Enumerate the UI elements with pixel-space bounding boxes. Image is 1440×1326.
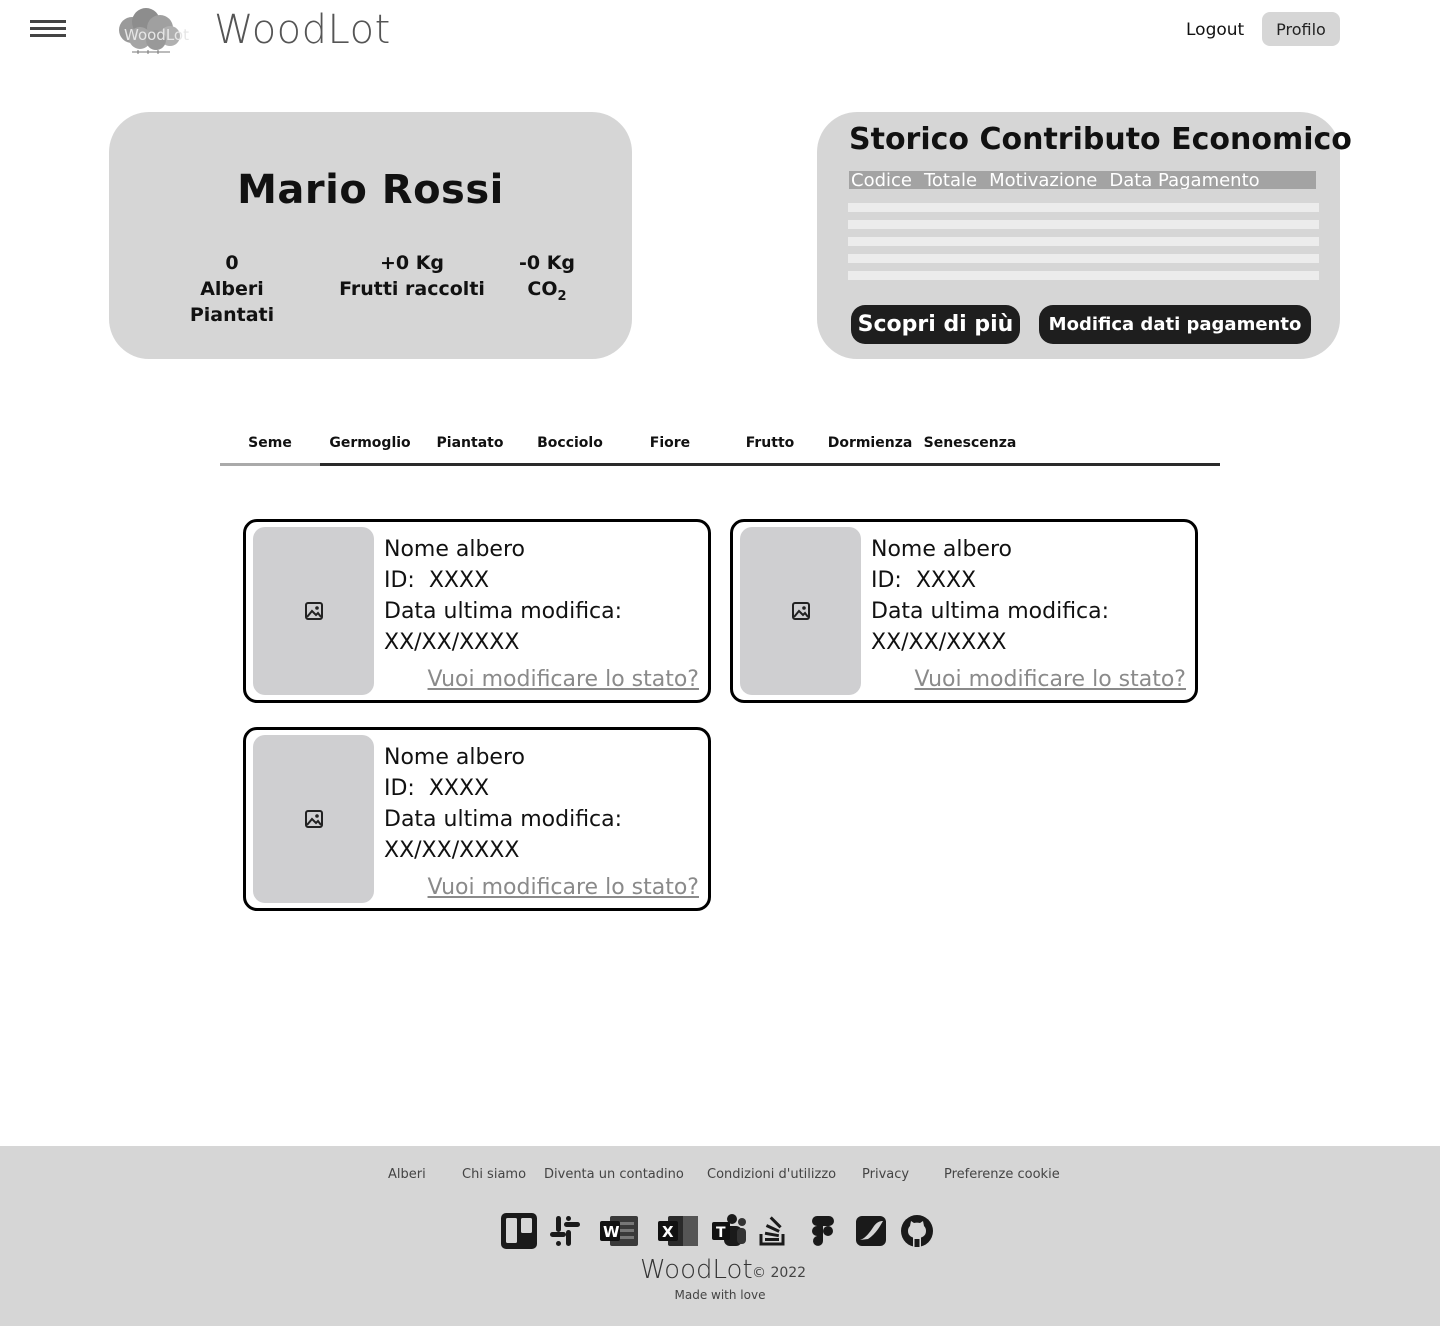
tab-bocciolo[interactable]: Bocciolo: [520, 435, 620, 451]
teams-icon[interactable]: T: [710, 1212, 748, 1250]
column-header: Data Pagamento: [1109, 171, 1260, 189]
tab-senescenza[interactable]: Senescenza: [920, 435, 1020, 451]
tree-name: Nome albero: [871, 537, 1012, 562]
footer-link-chi-siamo[interactable]: Chi siamo: [462, 1167, 526, 1182]
active-tab-indicator: [220, 463, 320, 466]
footer-link-condizioni[interactable]: Condizioni d'utilizzo: [707, 1167, 836, 1182]
profile-button[interactable]: Profilo: [1262, 12, 1340, 46]
tree-image-placeholder: [253, 735, 374, 903]
image-icon: [791, 602, 810, 620]
svg-text:X: X: [662, 1223, 674, 1241]
stat-label: Frutti raccolti: [339, 278, 485, 300]
footer-copyright: © 2022: [752, 1265, 807, 1281]
payment-row: [848, 203, 1319, 212]
stackoverflow-icon[interactable]: [754, 1212, 792, 1250]
footer-link-privacy[interactable]: Privacy: [862, 1167, 909, 1182]
tab-germoglio[interactable]: Germoglio: [320, 435, 420, 451]
logout-button[interactable]: Logout: [1186, 20, 1244, 40]
payment-history-header: Codice Totale Motivazione Data Pagamento: [849, 171, 1316, 189]
footer-link-alberi[interactable]: Alberi: [388, 1167, 426, 1182]
tab-piantato[interactable]: Piantato: [420, 435, 520, 451]
svg-text:WoodLot: WoodLot: [124, 26, 189, 44]
payment-history-card: Storico Contributo Economico Codice Tota…: [817, 112, 1352, 359]
svg-text:T: T: [716, 1225, 726, 1241]
stat-value: 0: [225, 252, 239, 274]
tree-id: ID: XXXX: [871, 568, 977, 593]
growth-stage-tabs: Seme Germoglio Piantato Bocciolo Fiore F…: [220, 425, 1220, 467]
change-status-link[interactable]: Vuoi modificare lo stato?: [428, 875, 699, 900]
tree-image-placeholder: [740, 527, 861, 695]
figma-icon[interactable]: [804, 1212, 842, 1250]
profile-card: Mario Rossi 0 Alberi Piantati +0 Kg Frut…: [109, 112, 632, 359]
svg-text:W: W: [603, 1223, 620, 1241]
payment-row: [848, 254, 1319, 263]
tab-seme[interactable]: Seme: [220, 435, 320, 451]
tree-id: ID: XXXX: [384, 568, 490, 593]
edit-payment-button[interactable]: Modifica dati pagamento: [1039, 305, 1311, 344]
slack-icon[interactable]: [546, 1212, 584, 1250]
stat-value: -0 Kg: [518, 252, 576, 274]
tree-card[interactable]: Nome albero ID: XXXX Data ultima modific…: [243, 519, 711, 703]
github-icon[interactable]: [898, 1212, 936, 1250]
tabs-underline: [220, 463, 1220, 466]
stat-trees-planted: 0 Alberi Piantati: [157, 250, 307, 328]
stat-co2: -0 Kg CO2: [507, 250, 587, 310]
tree-name: Nome albero: [384, 745, 525, 770]
footer-tagline: Made with love: [674, 1288, 766, 1302]
tree-id: ID: XXXX: [384, 776, 490, 801]
column-header: Motivazione: [989, 171, 1098, 189]
word-icon[interactable]: W: [598, 1212, 640, 1250]
tree-date-label: Data ultima modifica:: [384, 599, 623, 624]
stat-fruits-harvested: +0 Kg Frutti raccolti: [337, 250, 487, 302]
footer-link-cookie[interactable]: Preferenze cookie: [944, 1167, 1060, 1182]
logo-tree-icon: WoodLot: [118, 6, 204, 54]
footer-brand: WoodLot: [640, 1255, 753, 1285]
tab-frutto[interactable]: Frutto: [720, 435, 820, 451]
hamburger-menu-icon[interactable]: [30, 20, 66, 40]
tree-card[interactable]: Nome albero ID: XXXX Data ultima modific…: [730, 519, 1198, 703]
payment-row: [848, 220, 1319, 229]
brand-name: WoodLot: [214, 7, 391, 53]
column-header: Codice: [851, 171, 912, 189]
change-status-link[interactable]: Vuoi modificare lo stato?: [915, 667, 1186, 692]
tree-info: Nome albero ID: XXXX Data ultima modific…: [384, 742, 622, 866]
change-status-link[interactable]: Vuoi modificare lo stato?: [428, 667, 699, 692]
footer: Alberi Chi siamo Diventa un contadino Co…: [0, 1146, 1440, 1326]
tree-date-label: Data ultima modifica:: [384, 807, 623, 832]
tree-date-value: XX/XX/XXXX: [384, 630, 520, 655]
payment-row: [848, 237, 1319, 246]
stat-label: Alberi Piantati: [189, 278, 275, 326]
stat-label: CO2: [527, 278, 567, 304]
trello-icon[interactable]: [500, 1212, 538, 1250]
tree-info: Nome albero ID: XXXX Data ultima modific…: [871, 534, 1109, 658]
tree-name: Nome albero: [384, 537, 525, 562]
excel-icon[interactable]: X: [656, 1212, 700, 1250]
tab-fiore[interactable]: Fiore: [620, 435, 720, 451]
image-icon: [304, 602, 323, 620]
affinity-icon[interactable]: [852, 1212, 890, 1250]
footer-link-diventa-contadino[interactable]: Diventa un contadino: [544, 1167, 684, 1182]
image-icon: [304, 810, 323, 828]
learn-more-button[interactable]: Scopri di più: [851, 305, 1020, 344]
tree-date-label: Data ultima modifica:: [871, 599, 1110, 624]
tree-info: Nome albero ID: XXXX Data ultima modific…: [384, 534, 622, 658]
stat-value: +0 Kg: [379, 252, 445, 274]
column-header: Totale: [923, 171, 978, 189]
tab-dormienza[interactable]: Dormienza: [820, 435, 920, 451]
tree-image-placeholder: [253, 527, 374, 695]
logo[interactable]: WoodLot WoodLot: [118, 6, 391, 54]
payment-history-title: Storico Contributo Economico: [849, 122, 1352, 157]
payment-row: [848, 271, 1319, 280]
tree-card[interactable]: Nome albero ID: XXXX Data ultima modific…: [243, 727, 711, 911]
tree-date-value: XX/XX/XXXX: [871, 630, 1007, 655]
tree-date-value: XX/XX/XXXX: [384, 838, 520, 863]
user-name: Mario Rossi: [237, 167, 504, 213]
